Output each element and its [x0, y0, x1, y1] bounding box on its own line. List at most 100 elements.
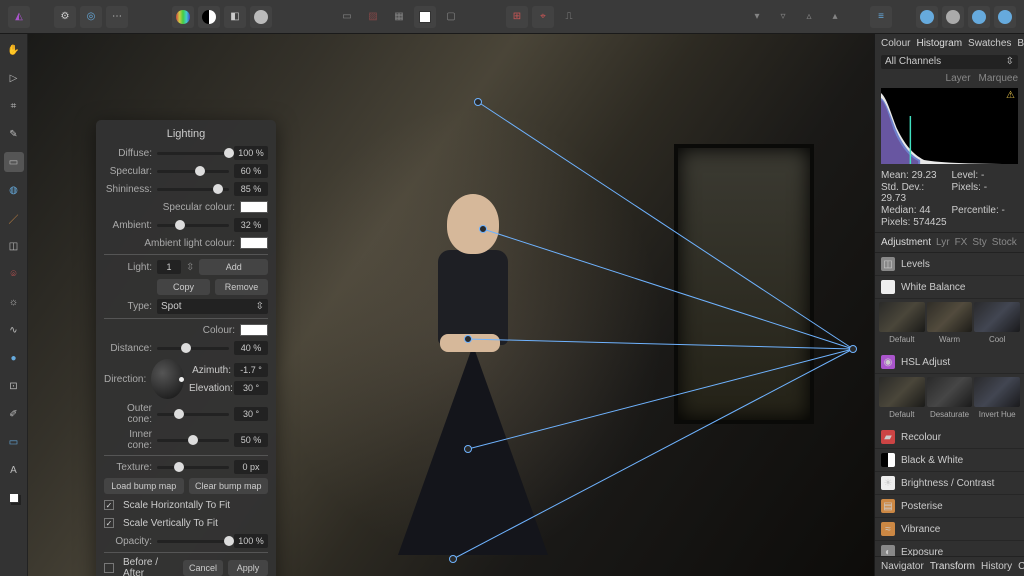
light-number[interactable]: 1 — [157, 260, 181, 274]
preset-desaturate[interactable]: Desaturate — [927, 377, 973, 420]
align-icon[interactable]: ≡ — [870, 6, 892, 28]
preset-default[interactable]: Default — [879, 302, 925, 345]
tab-histogram[interactable]: Histogram — [916, 38, 962, 49]
adjustment-exposure[interactable]: ◐Exposure — [875, 541, 1024, 556]
move-tool-icon[interactable]: ▷ — [4, 68, 24, 88]
selection-clear-icon[interactable]: ▢ — [440, 6, 462, 28]
inner-cone-value[interactable]: 50 % — [234, 433, 268, 447]
tab-fx[interactable]: FX — [955, 237, 968, 248]
light-colour-swatch[interactable] — [240, 324, 268, 336]
tab-sty[interactable]: Sty — [972, 237, 986, 248]
persona-liquify-icon[interactable] — [942, 6, 964, 28]
smudge-tool-icon[interactable]: ∿ — [4, 320, 24, 340]
shininess-slider[interactable] — [157, 188, 229, 191]
grid-icon[interactable]: ⊞ — [506, 6, 528, 28]
arrange-back-icon[interactable]: ▾ — [746, 6, 768, 28]
adjustment-levels[interactable]: ◫Levels — [875, 253, 1024, 276]
crop-tool-icon[interactable]: ⌗ — [4, 96, 24, 116]
light-cone-node[interactable] — [464, 445, 472, 453]
preset-invert-hue[interactable]: Invert Hue — [974, 377, 1020, 420]
adjustment-hsl[interactable]: ◉HSL Adjust — [875, 351, 1024, 374]
macros-icon[interactable]: ◎ — [80, 6, 102, 28]
adjustments-list[interactable]: ◫Levels White Balance Default Warm Cool … — [875, 253, 1024, 556]
tab-brushes[interactable]: Brushes — [1017, 38, 1024, 49]
opacity-value[interactable]: 100 % — [234, 534, 268, 548]
preset-warm[interactable]: Warm — [927, 302, 973, 345]
inner-cone-slider[interactable] — [157, 439, 229, 442]
ambient-slider[interactable] — [157, 224, 229, 227]
text-tool-icon[interactable]: A — [4, 460, 24, 480]
adjustment-vibrance[interactable]: ≈Vibrance — [875, 518, 1024, 541]
colour-picker-icon[interactable]: ✎ — [4, 124, 24, 144]
swatch-tool-icon[interactable] — [4, 488, 24, 508]
diffuse-value[interactable]: 100 % — [234, 146, 268, 160]
tab-adjustment[interactable]: Adjustment — [881, 237, 931, 248]
selection-rect-icon[interactable]: ▭ — [336, 6, 358, 28]
blur-tool-icon[interactable]: ● — [4, 348, 24, 368]
light-cone-node[interactable] — [479, 225, 487, 233]
specular-slider[interactable] — [157, 170, 229, 173]
distance-value[interactable]: 40 % — [234, 341, 268, 355]
diffuse-slider[interactable] — [157, 152, 229, 155]
prefs-icon[interactable]: ⚙ — [54, 6, 76, 28]
light-center-node[interactable] — [464, 335, 472, 343]
add-light-button[interactable]: Add — [199, 259, 268, 275]
clear-bump-button[interactable]: Clear bump map — [189, 478, 269, 494]
tab-history[interactable]: History — [981, 561, 1012, 572]
before-after-checkbox[interactable] — [104, 563, 114, 573]
adjustment-bw[interactable]: Black & White — [875, 449, 1024, 472]
fill-tool-icon[interactable]: ◍ — [4, 180, 24, 200]
texture-value[interactable]: 0 px — [234, 460, 268, 474]
adjustment-recolour[interactable]: ▰Recolour — [875, 426, 1024, 449]
tab-colour[interactable]: Colour — [881, 38, 910, 49]
mode-marquee[interactable]: Marquee — [979, 73, 1018, 84]
brush-tool-icon[interactable]: ／ — [4, 208, 24, 228]
remove-light-button[interactable]: Remove — [215, 279, 268, 295]
marquee-tool-icon[interactable]: ▭ — [4, 152, 24, 172]
ambient-value[interactable]: 32 % — [234, 218, 268, 232]
outer-cone-slider[interactable] — [157, 413, 229, 416]
stepper-icon[interactable]: ⇳ — [186, 262, 194, 273]
gradient-map-icon[interactable] — [172, 6, 194, 28]
dodge-tool-icon[interactable]: ☼ — [4, 292, 24, 312]
adjustment-brightness-contrast[interactable]: ☀Brightness / Contrast — [875, 472, 1024, 495]
azimuth-value[interactable]: -1.7 ° — [234, 363, 268, 377]
scale-v-checkbox[interactable] — [104, 518, 114, 528]
batch-icon[interactable]: ⋯ — [106, 6, 128, 28]
persona-develop-icon[interactable] — [968, 6, 990, 28]
erase-tool-icon[interactable]: ◫ — [4, 236, 24, 256]
tab-channels[interactable]: Channels — [1018, 561, 1024, 572]
cancel-button[interactable]: Cancel — [183, 560, 223, 576]
copy-light-button[interactable]: Copy — [157, 279, 210, 295]
tab-navigator[interactable]: Navigator — [881, 561, 924, 572]
adjustment-white-balance[interactable]: White Balance — [875, 276, 1024, 299]
selection-refine-icon[interactable]: ▦ — [388, 6, 410, 28]
tab-swatches[interactable]: Swatches — [968, 38, 1011, 49]
tab-transform[interactable]: Transform — [930, 561, 975, 572]
apply-button[interactable]: Apply — [228, 560, 268, 576]
tab-lyr[interactable]: Lyr — [936, 237, 950, 248]
persona-photo-icon[interactable] — [916, 6, 938, 28]
soft-proof-icon[interactable] — [250, 6, 272, 28]
persona-export-icon[interactable] — [994, 6, 1016, 28]
assistant-icon[interactable]: ⎍ — [558, 6, 580, 28]
canvas-area[interactable]: Lighting Diffuse: 100 % Specular: 60 % S… — [28, 34, 874, 576]
outer-cone-value[interactable]: 30 ° — [234, 407, 268, 421]
levels-icon[interactable]: ◧ — [224, 6, 246, 28]
direction-trackball[interactable] — [151, 359, 184, 399]
hand-tool-icon[interactable]: ✋ — [4, 40, 24, 60]
app-logo-icon[interactable]: ◭ — [8, 6, 30, 28]
light-cone-node[interactable] — [474, 98, 482, 106]
mesh-tool-icon[interactable]: ⊡ — [4, 376, 24, 396]
quickmask-icon[interactable] — [414, 6, 436, 28]
ambient-colour-swatch[interactable] — [240, 237, 268, 249]
adjustment-posterise[interactable]: ▤Posterise — [875, 495, 1024, 518]
opacity-slider[interactable] — [157, 540, 229, 543]
pen-tool-icon[interactable]: ✐ — [4, 404, 24, 424]
snapping-icon[interactable]: ⌖ — [532, 6, 554, 28]
texture-slider[interactable] — [157, 466, 229, 469]
distance-slider[interactable] — [157, 347, 229, 350]
histogram[interactable]: ⚠ — [881, 88, 1018, 164]
clone-tool-icon[interactable]: ⌾ — [4, 264, 24, 284]
preset-hsl-default[interactable]: Default — [879, 377, 925, 420]
